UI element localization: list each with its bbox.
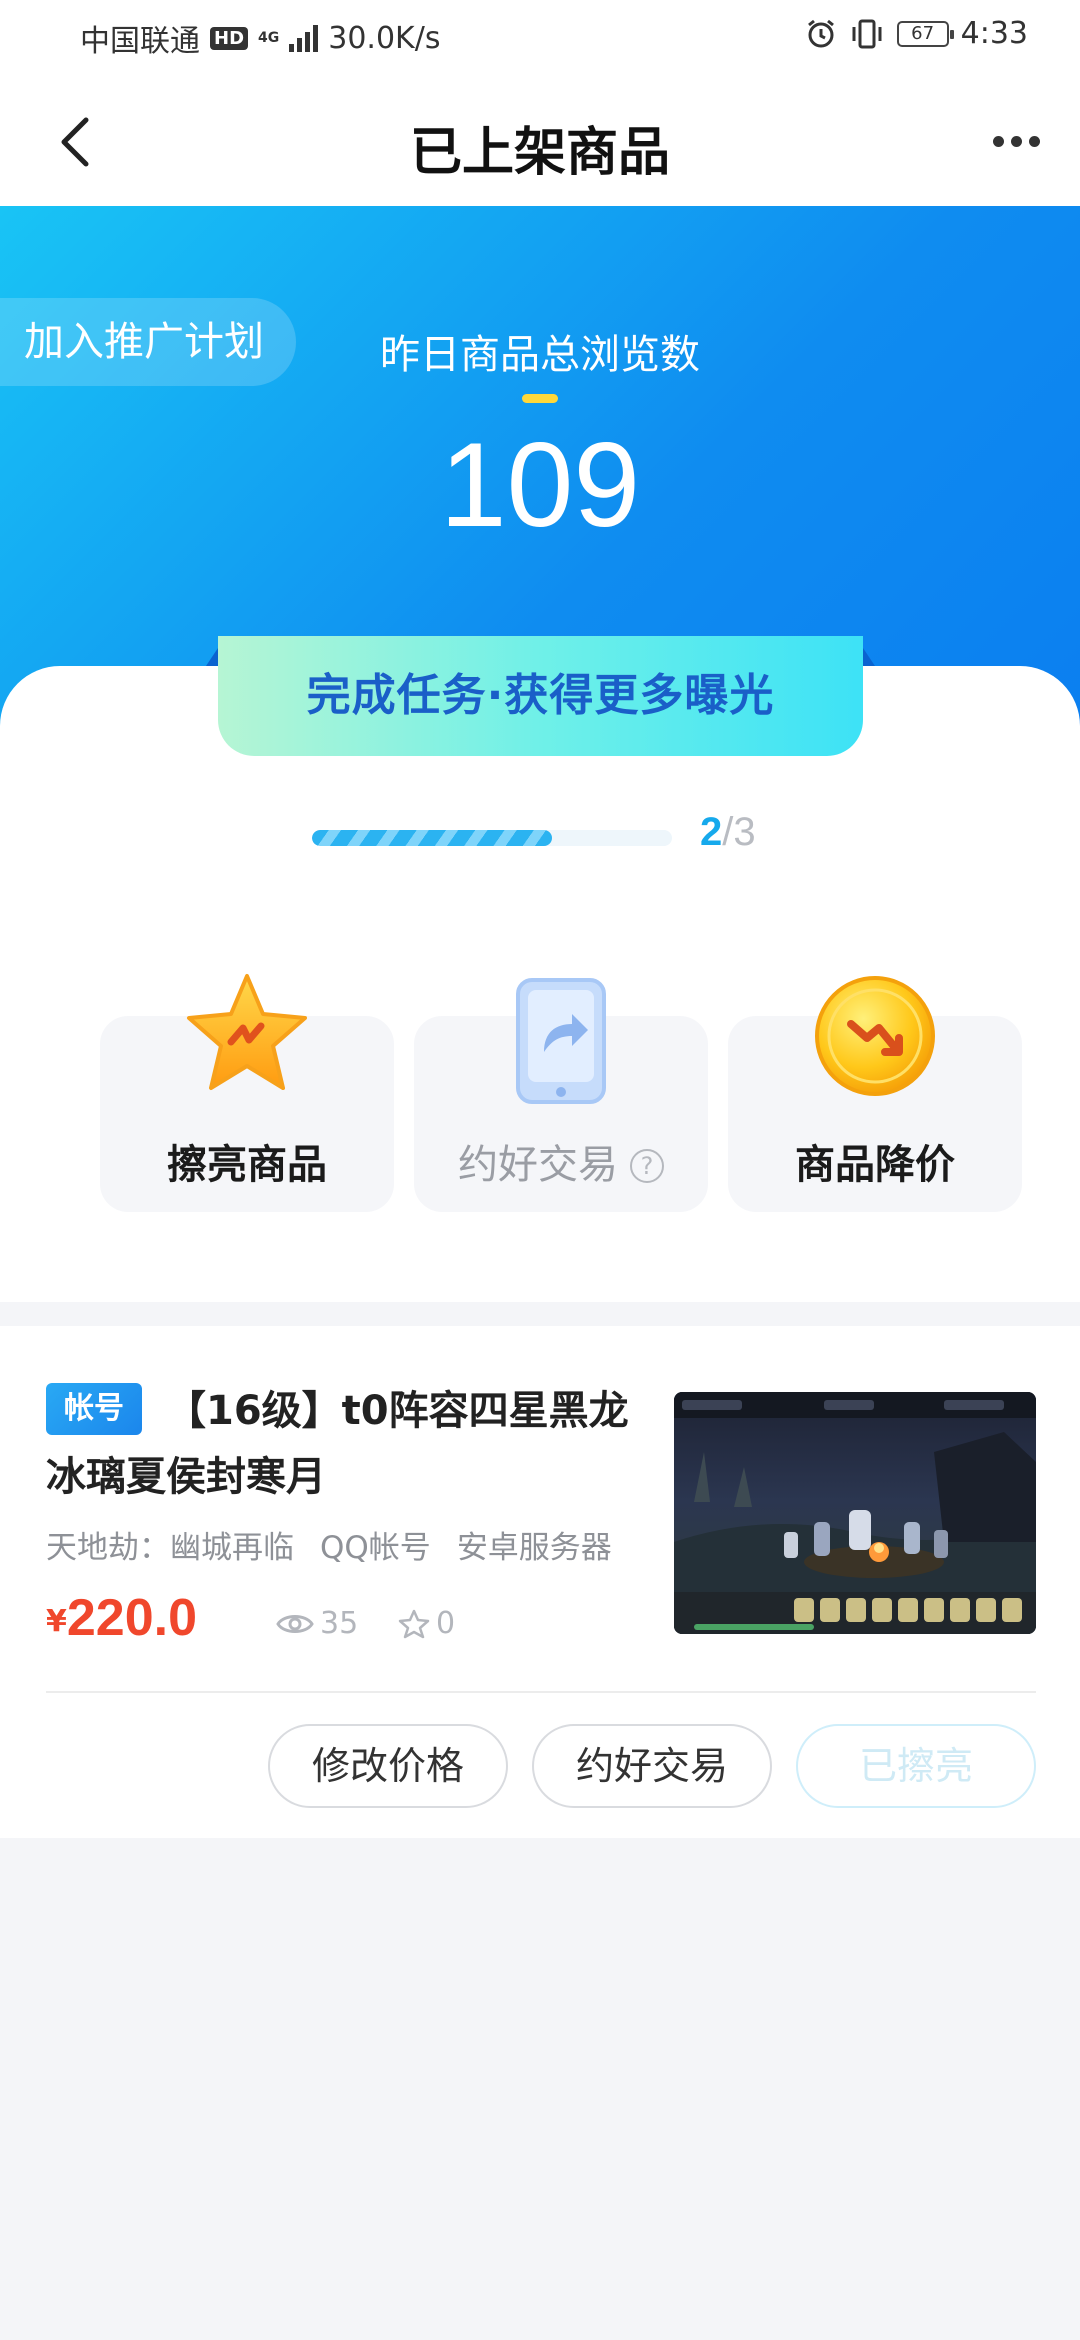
task-label: 约好交易? (414, 1132, 708, 1190)
task-deal-item[interactable]: 约好交易? (414, 978, 708, 1212)
section-gap (0, 1302, 1080, 1326)
product-thumbnail[interactable] (674, 1392, 1036, 1634)
vibrate-icon (852, 19, 882, 48)
network-type-label: 4G (258, 29, 280, 46)
product-card[interactable]: 【16级】t0阵容四星黑龙冰璃夏侯封寒月 帐号 天地劫：幽城再临 QQ帐号 安卓服务… (0, 1326, 1080, 1838)
task-label: 擦亮商品 (167, 1142, 327, 1188)
product-tag: 天地劫：幽城再临 (46, 1530, 294, 1566)
star-outline-icon (398, 1609, 430, 1638)
star-icon (187, 974, 307, 1090)
page-title: 已上架商品 (409, 123, 670, 183)
task-deal-label: 约好交易 (458, 1142, 618, 1188)
task-label: 商品降价 (795, 1142, 955, 1188)
task-progress-bar (312, 830, 672, 846)
price-amount: 220.0 (66, 1589, 198, 1647)
account-badge: 帐号 (46, 1383, 142, 1435)
task-progress-fill (312, 830, 553, 846)
battery-icon: 67 (896, 20, 954, 47)
eye-icon (276, 1614, 314, 1633)
hd-icon: HD (210, 26, 249, 50)
task-progress-text: 2/3 (700, 810, 756, 855)
view-stat: 35 (276, 1606, 358, 1641)
network-speed: 30.0K/s (328, 20, 441, 56)
battery-level: 67 (911, 22, 935, 44)
product-tag: QQ帐号 (320, 1530, 431, 1566)
deal-button[interactable]: 约好交易 (532, 1724, 772, 1808)
hero-dash-decoration (522, 394, 558, 403)
task-list: 擦亮商品 约好交易? 商品降价 (100, 974, 1022, 1212)
alarm-icon (807, 19, 834, 47)
task-price-down-item[interactable]: 商品降价 (728, 976, 1022, 1212)
product-tags: 天地劫：幽城再临 QQ帐号 安卓服务器 (46, 1522, 638, 1567)
signal-icon (289, 24, 319, 52)
progress-done: 2 (700, 810, 723, 854)
help-icon[interactable]: ? (630, 1149, 664, 1183)
views-count: 109 (439, 418, 641, 552)
hero-label: 昨日商品总浏览数 (0, 322, 1080, 380)
task-banner: 完成任务·获得更多曝光 (218, 636, 863, 756)
carrier-name: 中国联通 (80, 24, 200, 59)
phone-share-icon (516, 978, 606, 1104)
nav-bar: 已上架商品 (0, 76, 1080, 206)
more-horizontal-icon[interactable] (993, 136, 1040, 147)
card-divider (46, 1691, 1036, 1693)
clock: 4:33 (960, 16, 1028, 51)
network-type-icon: 4G (258, 29, 280, 46)
product-tag: 安卓服务器 (456, 1530, 612, 1566)
status-right: 67 4:33 (805, 16, 1028, 51)
status-bar: 中国联通 HD 4G 30.0K/s 67 4:33 (0, 0, 1080, 76)
status-left: 中国联通 HD 4G 30.0K/s (80, 16, 440, 60)
currency-symbol: ¥ (46, 1604, 67, 1639)
polished-button[interactable]: 已擦亮 (796, 1724, 1036, 1808)
edit-price-button[interactable]: 修改价格 (268, 1724, 508, 1808)
favorite-stat: 0 (398, 1606, 455, 1641)
view-count: 35 (320, 1606, 359, 1641)
yesterday-views-label: 昨日商品总浏览数 (380, 332, 700, 378)
progress-total: /3 (722, 810, 756, 854)
price-down-coin-icon (815, 976, 935, 1096)
task-polish-item[interactable]: 擦亮商品 (100, 974, 394, 1212)
product-price: ¥220.0 (46, 1588, 197, 1648)
favorite-count: 0 (436, 1606, 456, 1641)
